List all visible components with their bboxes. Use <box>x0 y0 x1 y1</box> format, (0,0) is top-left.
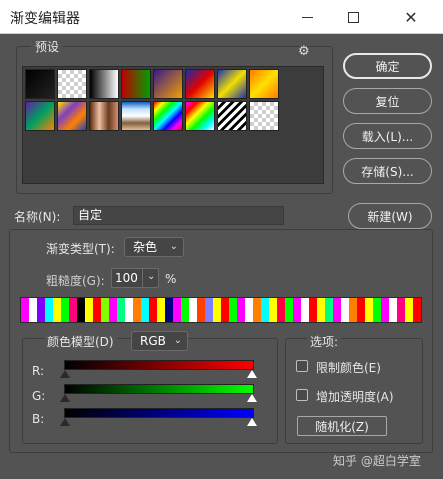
g-min-thumb[interactable] <box>60 394 70 402</box>
preset-swatch-red-green[interactable] <box>121 69 151 99</box>
restrict-colors-label[interactable]: 限制颜色(E) <box>316 359 381 376</box>
watermark: 知乎 @超白学室 <box>333 454 421 468</box>
roughness-label: 粗糙度(G): <box>46 274 105 288</box>
noise-gradient-bar[interactable] <box>20 297 422 323</box>
close-button[interactable]: ✕ <box>389 0 433 34</box>
maximize-button[interactable] <box>331 0 375 34</box>
chevron-down-icon: ⌄ <box>173 335 182 346</box>
r-min-thumb[interactable] <box>60 370 70 378</box>
preset-swatch-black-white[interactable] <box>89 69 119 99</box>
preset-swatch-blue-red-yellow[interactable] <box>185 69 215 99</box>
roughness-input[interactable]: 100 ⌄ <box>111 268 159 288</box>
name-label: 名称(N): <box>14 210 61 224</box>
randomize-button[interactable]: 随机化(Z) <box>297 416 387 436</box>
color-model-label: 颜色模型(D) <box>44 333 117 350</box>
preset-swatch-copper[interactable] <box>89 101 119 131</box>
chevron-down-icon[interactable]: ⌄ <box>147 271 155 282</box>
roughness-value: 100 <box>115 271 138 285</box>
preset-swatch-violet-green-orange[interactable] <box>25 101 55 131</box>
preset-swatch-transparent-rainbow[interactable] <box>185 101 215 131</box>
color-model-value: RGB <box>140 334 166 348</box>
preset-swatch-orange-yellow-orange[interactable] <box>249 69 279 99</box>
minimize-button[interactable] <box>285 0 329 34</box>
add-transparency-checkbox[interactable] <box>296 389 308 401</box>
preset-swatch-transparent-stripes[interactable] <box>217 101 247 131</box>
options-label: 选项: <box>307 333 342 350</box>
preset-swatch-chrome[interactable] <box>121 101 151 131</box>
load-button[interactable]: 载入(L)... <box>343 123 432 149</box>
preset-swatch-violet-orange[interactable] <box>153 69 183 99</box>
name-input[interactable]: 自定 <box>73 206 284 225</box>
ok-button[interactable]: 确定 <box>343 53 432 79</box>
b-max-thumb[interactable] <box>247 418 257 426</box>
save-button[interactable]: 存储(S)... <box>343 158 432 184</box>
close-icon: ✕ <box>404 7 418 27</box>
new-button[interactable]: 新建(W) <box>348 203 432 229</box>
gradient-type-select[interactable]: 杂色 ⌄ <box>124 237 184 257</box>
preset-swatch-blue-yellow-blue[interactable] <box>217 69 247 99</box>
preset-swatch-foreground-to-background[interactable] <box>25 69 55 99</box>
r-label: R: <box>32 364 45 378</box>
add-transparency-label[interactable]: 增加透明度(A) <box>316 388 394 405</box>
restrict-colors-checkbox[interactable] <box>296 360 308 372</box>
preset-swatch-spectrum[interactable] <box>153 101 183 131</box>
gear-icon[interactable]: ⚙ <box>298 44 310 59</box>
b-min-thumb[interactable] <box>60 418 70 426</box>
b-label: B: <box>32 412 45 426</box>
color-model-select[interactable]: RGB ⌄ <box>131 331 188 351</box>
chevron-down-icon: ⌄ <box>169 241 178 252</box>
g-label: G: <box>32 389 46 403</box>
gradient-type-label: 渐变类型(T): <box>46 242 115 256</box>
minimize-icon <box>301 16 313 18</box>
g-max-thumb[interactable] <box>247 394 257 402</box>
window-title: 渐变编辑器 <box>10 11 80 27</box>
roughness-unit: % <box>165 272 177 286</box>
r-slider-track[interactable] <box>64 360 254 370</box>
title-bar: 渐变编辑器 ✕ <box>0 0 443 34</box>
b-slider-track[interactable] <box>64 408 254 418</box>
g-slider-track[interactable] <box>64 384 254 394</box>
presets-label: 预设 <box>31 38 64 55</box>
preset-swatch-foreground-to-transparent[interactable] <box>57 69 87 99</box>
maximize-icon <box>347 11 359 23</box>
preset-swatch-yellow-violet-orange-blue[interactable] <box>57 101 87 131</box>
gradient-type-value: 杂色 <box>133 240 158 254</box>
reset-button[interactable]: 复位 <box>343 88 432 114</box>
roughness-divider <box>142 269 143 287</box>
preset-swatch-grid <box>22 66 324 184</box>
r-max-thumb[interactable] <box>247 370 257 378</box>
preset-swatch-neutral-density[interactable] <box>249 101 279 131</box>
